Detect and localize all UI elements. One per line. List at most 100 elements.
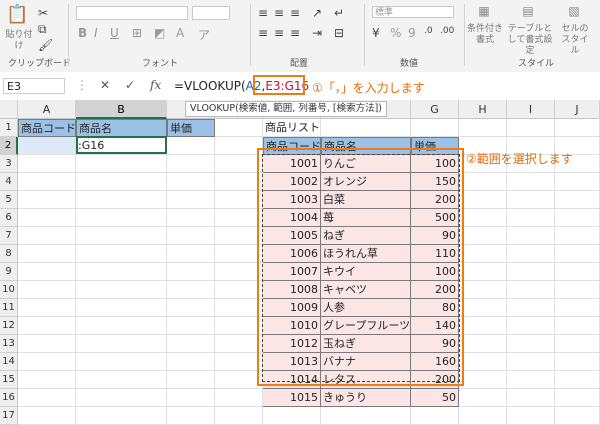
cell-a9[interactable] <box>18 263 76 281</box>
cell-j4[interactable] <box>555 173 600 191</box>
comma-button[interactable]: 9 <box>408 26 416 40</box>
cell-c15[interactable] <box>167 371 215 389</box>
row-header-11[interactable]: 11 <box>0 299 18 317</box>
cell-c11[interactable] <box>167 299 215 317</box>
cell-b10[interactable] <box>76 281 167 299</box>
cell-b9[interactable] <box>76 263 167 281</box>
cell-i8[interactable] <box>507 245 555 263</box>
cell-d8[interactable] <box>215 245 263 263</box>
cell-d11[interactable] <box>215 299 263 317</box>
cell-j5[interactable] <box>555 191 600 209</box>
align-right-icon[interactable]: ≡ <box>290 26 300 40</box>
cell-j8[interactable] <box>555 245 600 263</box>
cell-i4[interactable] <box>507 173 555 191</box>
align-left-icon[interactable]: ≡ <box>258 26 268 40</box>
row-header-2[interactable]: 2 <box>0 137 18 155</box>
row-header-13[interactable]: 13 <box>0 335 18 353</box>
cell-c8[interactable] <box>167 245 215 263</box>
cell-d12[interactable] <box>215 317 263 335</box>
cell-j12[interactable] <box>555 317 600 335</box>
cell-d14[interactable] <box>215 353 263 371</box>
row-header-3[interactable]: 3 <box>0 155 18 173</box>
cancel-button[interactable]: ✕ <box>100 78 110 92</box>
align-bottom-icon[interactable]: ≡ <box>290 6 300 20</box>
cell-a13[interactable] <box>18 335 76 353</box>
row-header-8[interactable]: 8 <box>0 245 18 263</box>
cell-d3[interactable] <box>215 155 263 173</box>
row-header-6[interactable]: 6 <box>0 209 18 227</box>
cell-h7[interactable] <box>459 227 507 245</box>
left-header-3[interactable]: 単価 <box>167 119 215 137</box>
indent-icon[interactable]: ⇥ <box>312 26 322 40</box>
cell-d7[interactable] <box>215 227 263 245</box>
row-header-4[interactable]: 4 <box>0 173 18 191</box>
cell-j10[interactable] <box>555 281 600 299</box>
copy-icon[interactable]: ⧉ <box>38 22 47 37</box>
cell-i13[interactable] <box>507 335 555 353</box>
cell-j9[interactable] <box>555 263 600 281</box>
cell-a14[interactable] <box>18 353 76 371</box>
cell-c10[interactable] <box>167 281 215 299</box>
cell-b7[interactable] <box>76 227 167 245</box>
product-name-cell[interactable]: きゅうり <box>321 389 411 407</box>
cell-a5[interactable] <box>18 191 76 209</box>
cell-h17[interactable] <box>459 407 507 425</box>
cell-a7[interactable] <box>18 227 76 245</box>
wrap-text-icon[interactable]: ↵ <box>334 6 344 20</box>
cell-b3[interactable] <box>76 155 167 173</box>
cell-a8[interactable] <box>18 245 76 263</box>
cell-f1[interactable] <box>321 119 411 137</box>
select-all-corner[interactable] <box>0 100 18 119</box>
cell-j7[interactable] <box>555 227 600 245</box>
cell-b6[interactable] <box>76 209 167 227</box>
row-header-9[interactable]: 9 <box>0 263 18 281</box>
left-header-1[interactable]: 商品コード <box>18 119 76 137</box>
cell-g17[interactable] <box>411 407 459 425</box>
format-as-table-button[interactable]: テーブルとして書式設定 <box>506 24 554 57</box>
cell-j16[interactable] <box>555 389 600 407</box>
cell-c4[interactable] <box>167 173 215 191</box>
cell-b8[interactable] <box>76 245 167 263</box>
cell-h13[interactable] <box>459 335 507 353</box>
cell-h11[interactable] <box>459 299 507 317</box>
cell-d10[interactable] <box>215 281 263 299</box>
cell-j15[interactable] <box>555 371 600 389</box>
cell-i1[interactable] <box>507 119 555 137</box>
cell-c16[interactable] <box>167 389 215 407</box>
cell-a10[interactable] <box>18 281 76 299</box>
row-header-16[interactable]: 16 <box>0 389 18 407</box>
row-header-14[interactable]: 14 <box>0 353 18 371</box>
format-painter-icon[interactable]: 🖌 <box>38 38 53 52</box>
cell-a4[interactable] <box>18 173 76 191</box>
row-header-15[interactable]: 15 <box>0 371 18 389</box>
cell-b11[interactable] <box>76 299 167 317</box>
cell-g1[interactable] <box>411 119 459 137</box>
cell-c5[interactable] <box>167 191 215 209</box>
fill-color-icon[interactable]: ◩ <box>154 26 165 40</box>
cell-h8[interactable] <box>459 245 507 263</box>
col-header-j[interactable]: J <box>555 100 600 119</box>
cell-styles-icon[interactable]: ▧ <box>564 4 584 18</box>
cell-i14[interactable] <box>507 353 555 371</box>
col-header-b[interactable]: B <box>76 100 167 119</box>
cell-b17[interactable] <box>76 407 167 425</box>
cell-d16[interactable] <box>215 389 263 407</box>
cell-f17[interactable] <box>321 407 411 425</box>
orientation-icon[interactable]: ↗ <box>312 6 322 20</box>
row-header-17[interactable]: 17 <box>0 407 18 425</box>
align-top-icon[interactable]: ≡ <box>258 6 268 20</box>
cell-d2[interactable] <box>215 137 263 155</box>
active-cell-b2[interactable] <box>76 136 167 154</box>
cell-j11[interactable] <box>555 299 600 317</box>
cell-i16[interactable] <box>507 389 555 407</box>
cell-i11[interactable] <box>507 299 555 317</box>
cell-c2[interactable] <box>167 137 215 155</box>
cell-c3[interactable] <box>167 155 215 173</box>
cell-h16[interactable] <box>459 389 507 407</box>
cell-b14[interactable] <box>76 353 167 371</box>
conditional-format-icon[interactable]: ▦ <box>474 4 494 18</box>
cell-d15[interactable] <box>215 371 263 389</box>
cell-h14[interactable] <box>459 353 507 371</box>
align-center-icon[interactable]: ≡ <box>274 26 284 40</box>
row-header-1[interactable]: 1 <box>0 119 18 137</box>
